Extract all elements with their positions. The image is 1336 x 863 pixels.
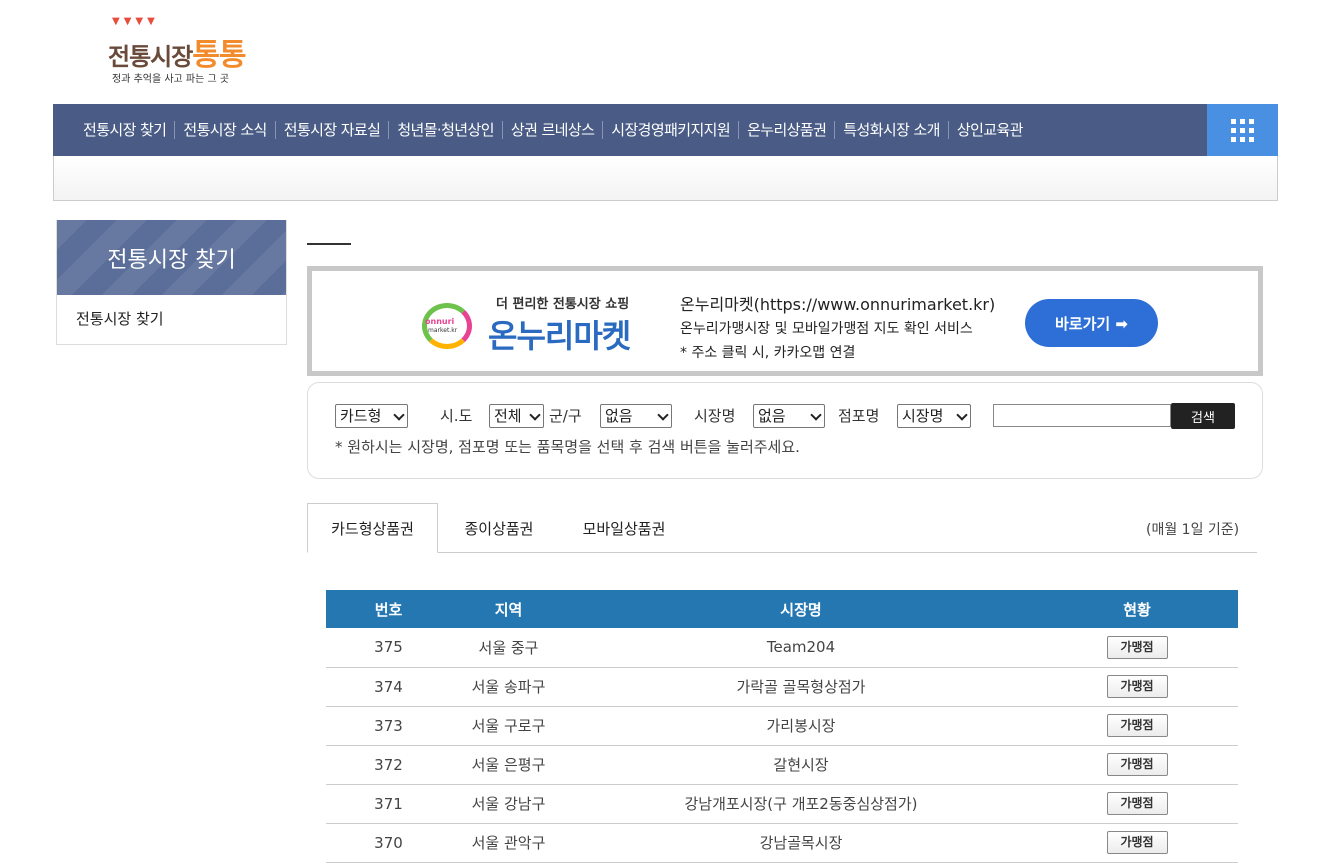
main-nav: 전통시장 찾기 전통시장 소식 전통시장 자료실 청년몰·청년상인 상권 르네상스 시장경… [53,104,1278,156]
cell-no: 372 [326,745,451,785]
cell-region: 서울 강남구 [451,784,566,824]
nav-item-0[interactable]: 전통시장 찾기 [75,121,174,139]
header-region: 지역 [451,590,566,628]
nav-list: 전통시장 찾기 전통시장 소식 전통시장 자료실 청년몰·청년상인 상권 르네상스 시장경… [75,104,1031,156]
nav-item-6[interactable]: 온누리상품권 [738,121,834,139]
basis-note: (매월 1일 기준) [1146,522,1240,538]
bunting-flags-icon: ▼▼▼▼ [112,16,159,27]
sido-label: 시.도 [440,407,473,425]
sub-menu-bar [53,156,1278,201]
table-row: 375 서울 중구 Team204 가맹점 [326,628,1238,668]
store-list-button[interactable]: 가맹점 [1106,635,1168,659]
banner-note: * 주소 클릭 시, 카카오맵 연결 [680,345,856,361]
nav-item-2[interactable]: 전통시장 자료실 [274,121,389,139]
cell-no: 371 [326,784,451,824]
cell-market-name[interactable]: 강남골목시장 [566,823,1036,863]
all-menu-button[interactable] [1207,104,1278,156]
banner-desc: 온누리가맹시장 및 모바일가맹점 지도 확인 서비스 [680,321,973,337]
search-panel [307,382,1263,479]
cell-status: 가맹점 [1036,628,1238,668]
cell-region: 서울 송파구 [451,667,566,707]
banner-title: 온누리마켓 [488,317,631,355]
cell-region: 서울 관악구 [451,823,566,863]
search-input[interactable] [993,404,1171,427]
store-list-button[interactable]: 가맹점 [1106,675,1168,698]
chevron-down-icon [529,409,541,421]
cell-market-name[interactable]: 강남개포시장(구 개포2동중심상점가) [566,784,1036,824]
nav-item-4[interactable]: 상권 르네상스 [501,121,602,139]
table-header-row: 번호 지역 시장명 현황 [326,590,1238,628]
search-hint: * 원하시는 시장명, 점포명 또는 품목명을 선택 후 검색 버튼을 눌러주세… [335,438,800,456]
logo-title: 전통시장통통 [108,38,247,73]
cell-market-name[interactable]: 가리봉시장 [566,706,1036,746]
store-list-button[interactable]: 가맹점 [1106,714,1168,737]
cell-region: 서울 중구 [451,628,566,668]
store-list-button[interactable]: 가맹점 [1106,792,1168,815]
chevron-down-icon [956,409,968,421]
sidebar-title: 전통시장 찾기 [57,220,286,295]
cell-market-name[interactable]: 가락골 골목형상점가 [566,667,1036,707]
tab-mobile-voucher[interactable]: 모바일상품권 [568,503,680,553]
market-table: 번호 지역 시장명 현황 375 서울 중구 Team204 가맹점 374 서울 송파구… [326,590,1238,863]
cell-region: 서울 구로구 [451,706,566,746]
cell-market-name[interactable]: Team204 [566,628,1036,668]
logo-tagline: 정과 추억을 사고 파는 그 곳 [112,74,230,85]
banner-url-text: 온누리마켓(https://www.onnurimarket.kr) [680,295,996,314]
store-list-button[interactable]: 가맹점 [1106,831,1168,854]
cell-region: 서울 은평구 [451,745,566,785]
tab-paper-voucher[interactable]: 종이상품권 [450,503,548,553]
cell-status: 가맹점 [1036,823,1238,863]
chevron-down-icon [657,409,669,421]
cell-status: 가맹점 [1036,706,1238,746]
nav-item-5[interactable]: 시장경영패키지지원 [602,121,738,139]
cell-market-name[interactable]: 갈현시장 [566,745,1036,785]
chevron-down-icon [810,409,822,421]
type-select[interactable]: 카드형 [335,404,408,428]
chevron-down-icon [393,409,405,421]
grid-icon [1231,118,1254,142]
table-row: 371 서울 강남구 강남개포시장(구 개포2동중심상점가) 가맹점 [326,784,1238,824]
market-label: 시장명 [694,407,736,425]
onnuri-market-banner[interactable]: onnuri market.kr 더 편리한 전통시장 쇼핑 온누리마켓 온누리… [307,266,1263,376]
sido-select[interactable]: 전체 [489,404,544,428]
header-no: 번호 [326,590,451,628]
site-logo[interactable]: ▼▼▼▼ 전통시장통통 정과 추억을 사고 파는 그 곳 [108,12,258,85]
cell-status: 가맹점 [1036,745,1238,785]
nav-item-3[interactable]: 청년몰·청년상인 [388,121,502,139]
table-row: 373 서울 구로구 가리봉시장 가맹점 [326,706,1238,746]
table-row: 374 서울 송파구 가락골 골목형상점가 가맹점 [326,667,1238,707]
sidebar-item-market-search[interactable]: 전통시장 찾기 [76,308,164,329]
store-label: 점포명 [838,407,880,425]
onnuri-logo-icon: onnuri market.kr [422,291,472,351]
cell-no: 374 [326,667,451,707]
go-button[interactable]: 바로가기 ➡ [1025,299,1158,347]
table-row: 372 서울 은평구 갈현시장 가맹점 [326,745,1238,785]
cell-status: 가맹점 [1036,784,1238,824]
nav-item-8[interactable]: 상인교육관 [947,121,1031,139]
gugun-select[interactable]: 없음 [600,404,672,428]
cell-status: 가맹점 [1036,667,1238,707]
table-row: 370 서울 관악구 강남골목시장 가맹점 [326,823,1238,863]
banner-tagline: 더 편리한 전통시장 쇼핑 [496,297,630,312]
cell-no: 370 [326,823,451,863]
store-select[interactable]: 시장명 [897,404,971,428]
market-select[interactable]: 없음 [753,404,825,428]
tab-card-voucher[interactable]: 카드형상품권 [307,503,438,553]
nav-item-1[interactable]: 전통시장 소식 [174,121,274,139]
title-underline [307,243,351,245]
header-market-name: 시장명 [566,590,1036,628]
header-status: 현황 [1036,590,1238,628]
store-list-button[interactable]: 가맹점 [1106,753,1168,776]
cell-no: 375 [326,628,451,668]
table-body: 375 서울 중구 Team204 가맹점 374 서울 송파구 가락골 골목형상점가 가맹점… [326,628,1238,863]
gugun-label: 군/구 [549,407,582,425]
search-button[interactable]: 검색 [1171,403,1235,429]
nav-item-7[interactable]: 특성화시장 소개 [834,121,948,139]
tab-divider [307,552,1257,553]
cell-no: 373 [326,706,451,746]
